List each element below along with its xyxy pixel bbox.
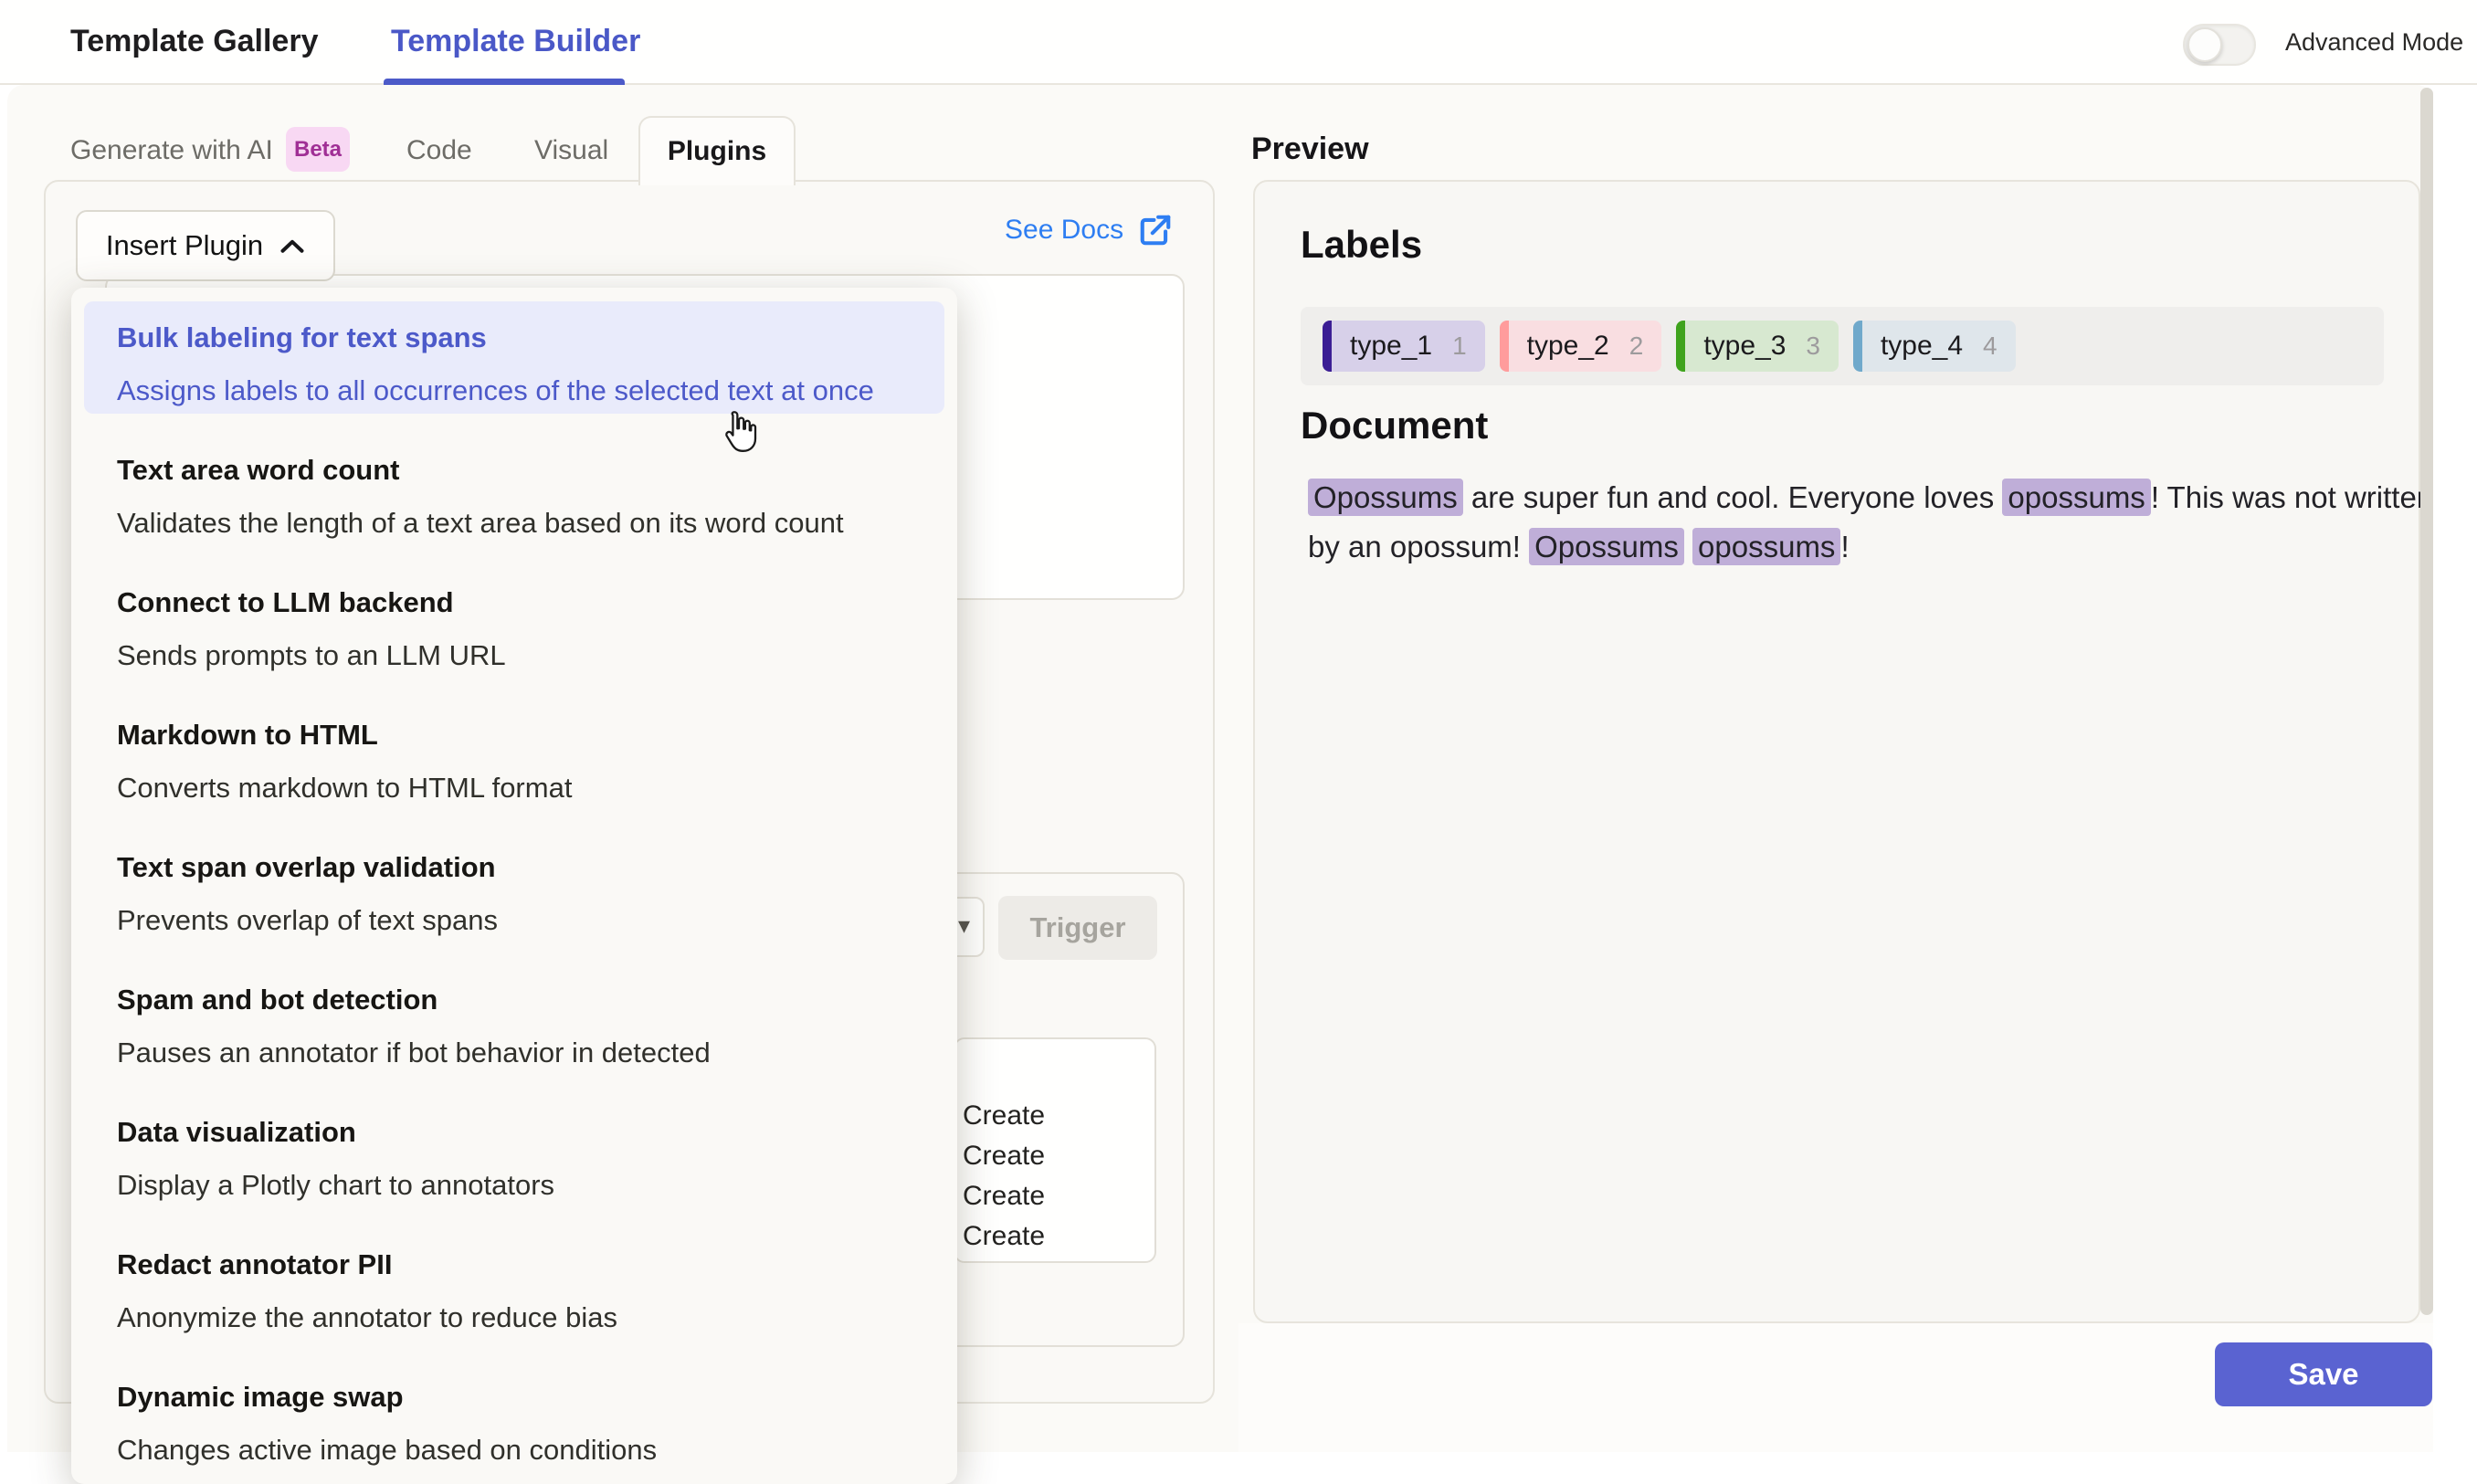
tab-generate-with-ai[interactable]: Generate with AI [70,128,273,174]
document-plain-text: are super fun and cool. Everyone loves [1463,480,2003,514]
label-chip-body: type_2 2 [1509,321,1662,372]
labels-heading: Labels [1301,223,1422,267]
event-log-row: Create [963,1136,1154,1176]
plugin-menu-item-title: Data visualization [117,1114,912,1151]
label-chip-body: type_1 1 [1332,321,1485,372]
plugin-menu-item-title: Redact annotator PII [117,1247,912,1283]
label-chip-text: type_1 [1350,331,1432,362]
plugin-menu-item-title: Markdown to HTML [117,717,912,753]
label-chip-hotkey: 1 [1452,332,1467,361]
toggle-knob-icon [2187,27,2222,62]
event-log-list: CreateCreateCreateCreate [955,1039,1154,1257]
label-color-bar [1853,321,1862,372]
plugin-menu-item-description: Prevents overlap of text spans [117,902,912,939]
plugin-menu-item[interactable]: Connect to LLM backend Sends prompts to a… [84,566,944,679]
label-chip[interactable]: type_3 3 [1676,321,1839,372]
see-docs-label: See Docs [1005,215,1123,246]
event-log-row: Create [963,1176,1154,1216]
external-link-icon [1138,213,1173,247]
highlighted-span[interactable]: Opossums [1529,528,1684,565]
highlighted-span[interactable]: Opossums [1308,479,1463,516]
event-log-row: Create [963,1096,1154,1136]
label-chip-body: type_4 4 [1862,321,2016,372]
plugin-menu-item[interactable]: Redact annotator PII Anonymize the annota… [84,1228,944,1341]
tab-code[interactable]: Code [406,128,472,174]
label-color-bar [1676,321,1685,372]
plugin-menu-item-title: Dynamic image swap [117,1379,912,1416]
plugin-menu-item-description: Changes active image based on conditions [117,1432,912,1468]
insert-plugin-label: Insert Plugin [106,229,263,262]
label-chip-hotkey: 3 [1806,332,1820,361]
label-chip-text: type_3 [1703,331,1786,362]
plugin-menu-item-description: Validates the length of a text area base… [117,505,912,542]
caret-down-icon: ▾ [958,911,970,940]
document-plain-text: ! [1840,530,1849,563]
plugin-menu-item-description: Converts markdown to HTML format [117,770,912,806]
advanced-mode-label: Advanced Mode [2285,0,2463,85]
tab-template-gallery[interactable]: Template Gallery [70,0,319,83]
label-color-bar [1323,321,1332,372]
tab-template-builder[interactable]: Template Builder [391,0,640,83]
label-chip-body: type_3 3 [1685,321,1839,372]
event-log-box: CreateCreateCreateCreate [954,1037,1156,1263]
active-tab-underline [384,79,625,85]
app-header: Template Gallery Template Builder Advanc… [0,0,2477,85]
tab-plugins[interactable]: Plugins [638,116,796,185]
plugin-menu-item[interactable]: Spam and bot detection Pauses an annotato… [84,963,944,1076]
highlighted-span[interactable]: opossums [1692,528,1840,565]
beta-badge: Beta [286,127,350,172]
label-chips-row: type_1 1 type_2 2 type_3 3 type_4 4 [1301,307,2384,385]
plugin-menu-item-description: Display a Plotly chart to annotators [117,1167,912,1204]
see-docs-link[interactable]: See Docs [1005,210,1173,250]
plugin-menu-item[interactable]: Data visualization Display a Plotly chart… [84,1096,944,1208]
plugin-menu-item-title: Spam and bot detection [117,982,912,1018]
document-plain-text [1684,530,1692,563]
plugin-menu-item[interactable]: Text span overlap validation Prevents ove… [84,831,944,943]
plugin-menu-item-title: Text span overlap validation [117,849,912,886]
plugin-menu-item-title: Bulk labeling for text spans [117,320,912,356]
plugin-menu-item-description: Pauses an annotator if bot behavior in d… [117,1035,912,1071]
advanced-mode-toggle[interactable] [2183,24,2256,66]
label-color-bar [1500,321,1509,372]
highlighted-span[interactable]: opossums [2002,479,2150,516]
tab-visual[interactable]: Visual [534,128,608,174]
chevron-up-icon [279,238,305,254]
plugin-menu-item-description: Anonymize the annotator to reduce bias [117,1300,912,1336]
vertical-scrollbar[interactable] [2420,88,2433,1315]
label-chip-hotkey: 2 [1629,332,1644,361]
label-chip[interactable]: type_2 2 [1500,321,1662,372]
label-chip[interactable]: type_4 4 [1853,321,2016,372]
plugin-menu-item-description: Sends prompts to an LLM URL [117,637,912,674]
insert-plugin-button[interactable]: Insert Plugin [76,210,335,281]
plugin-menu-item[interactable]: Dynamic image swap Changes active image b… [84,1361,944,1473]
save-button[interactable]: Save [2215,1342,2432,1406]
plugin-menu-item[interactable]: Bulk labeling for text spans Assigns labe… [84,301,944,414]
plugin-menu-item[interactable]: Text area word count Validates the length… [84,434,944,546]
label-chip-text: type_4 [1881,331,1963,362]
document-text: Opossums are super fun and cool. Everyon… [1308,473,2477,572]
label-chip-text: type_2 [1527,331,1609,362]
trigger-button[interactable]: Trigger [998,896,1157,960]
label-chip-hotkey: 4 [1983,332,1997,361]
plugin-menu-item[interactable]: Markdown to HTML Converts markdown to HTM… [84,699,944,811]
plugin-menu-item-description: Assigns labels to all occurrences of the… [117,373,912,409]
preview-heading: Preview [1251,128,1369,170]
insert-plugin-menu: Bulk labeling for text spans Assigns labe… [71,288,957,1484]
event-log-row: Create [963,1216,1154,1257]
plugin-menu-item-title: Connect to LLM backend [117,584,912,621]
plugin-menu-item-title: Text area word count [117,452,912,489]
label-chip[interactable]: type_1 1 [1323,321,1485,372]
document-heading: Document [1301,404,1488,447]
